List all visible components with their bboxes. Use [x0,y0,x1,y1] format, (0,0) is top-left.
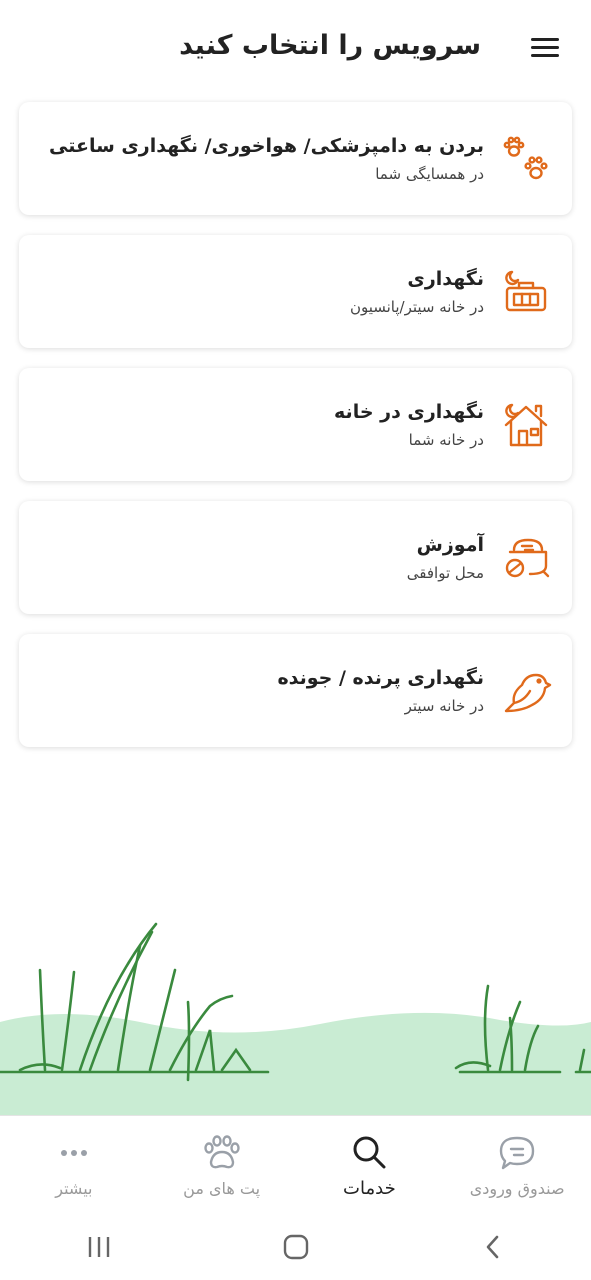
food-bowl-icon [500,532,552,584]
service-subtitle: در خانه سیتر/پانسیون [349,297,484,316]
service-title: بردن به دامپزشکی/ هواخوری/ نگهداری ساعتی [49,134,484,157]
paws-icon [500,133,552,185]
service-card-vet-walk[interactable]: بردن به دامپزشکی/ هواخوری/ نگهداری ساعتی… [19,102,572,215]
nav-services[interactable]: خدمات [296,1116,444,1213]
nav-my-pets[interactable]: پت های من [148,1116,296,1213]
service-card-training[interactable]: آموزش محل توافقی [19,501,572,614]
nav-more[interactable]: بیشتر [0,1116,148,1213]
nav-label: خدمات [343,1178,396,1199]
nav-label: پت های من [183,1179,261,1198]
back-icon[interactable] [463,1227,523,1267]
bird-icon [500,665,552,717]
service-card-boarding[interactable]: نگهداری در خانه سیتر/پانسیون [19,235,572,348]
service-title: نگهداری پرنده / جونده [277,666,484,689]
search-icon [347,1130,391,1174]
service-list: بردن به دامپزشکی/ هواخوری/ نگهداری ساعتی… [19,102,572,767]
house-icon [500,399,552,451]
page-title: سرویس را انتخاب کنید [179,30,481,61]
service-subtitle: در همسایگی شما [375,164,484,183]
hamburger-menu-icon[interactable] [531,30,565,64]
nav-label: بیشتر [55,1179,93,1198]
service-subtitle: در خانه سیتر [404,696,484,715]
grass-illustration [0,910,591,1115]
header: سرویس را انتخاب کنید [0,0,591,96]
nav-label: صندوق ورودی [469,1179,565,1198]
paw-icon [200,1131,244,1175]
service-subtitle: در خانه شما [408,430,484,449]
bottom-navigation: بیشتر پت های من خدمات صندوق ورودی [0,1115,591,1213]
system-navigation-bar [0,1213,591,1280]
recent-apps-icon[interactable] [69,1227,129,1267]
pet-carrier-icon [500,266,552,318]
home-icon[interactable] [266,1227,326,1267]
service-card-bird-rodent[interactable]: نگهداری پرنده / جونده در خانه سیتر [19,634,572,747]
service-title: نگهداری در خانه [334,400,484,423]
service-subtitle: محل توافقی [406,563,484,582]
chat-bubble-icon [495,1131,539,1175]
nav-inbox[interactable]: صندوق ورودی [443,1116,591,1213]
service-card-home-sitting[interactable]: نگهداری در خانه در خانه شما [19,368,572,481]
service-title: نگهداری [407,267,484,290]
service-title: آموزش [416,533,484,556]
more-dots-icon [52,1131,96,1175]
